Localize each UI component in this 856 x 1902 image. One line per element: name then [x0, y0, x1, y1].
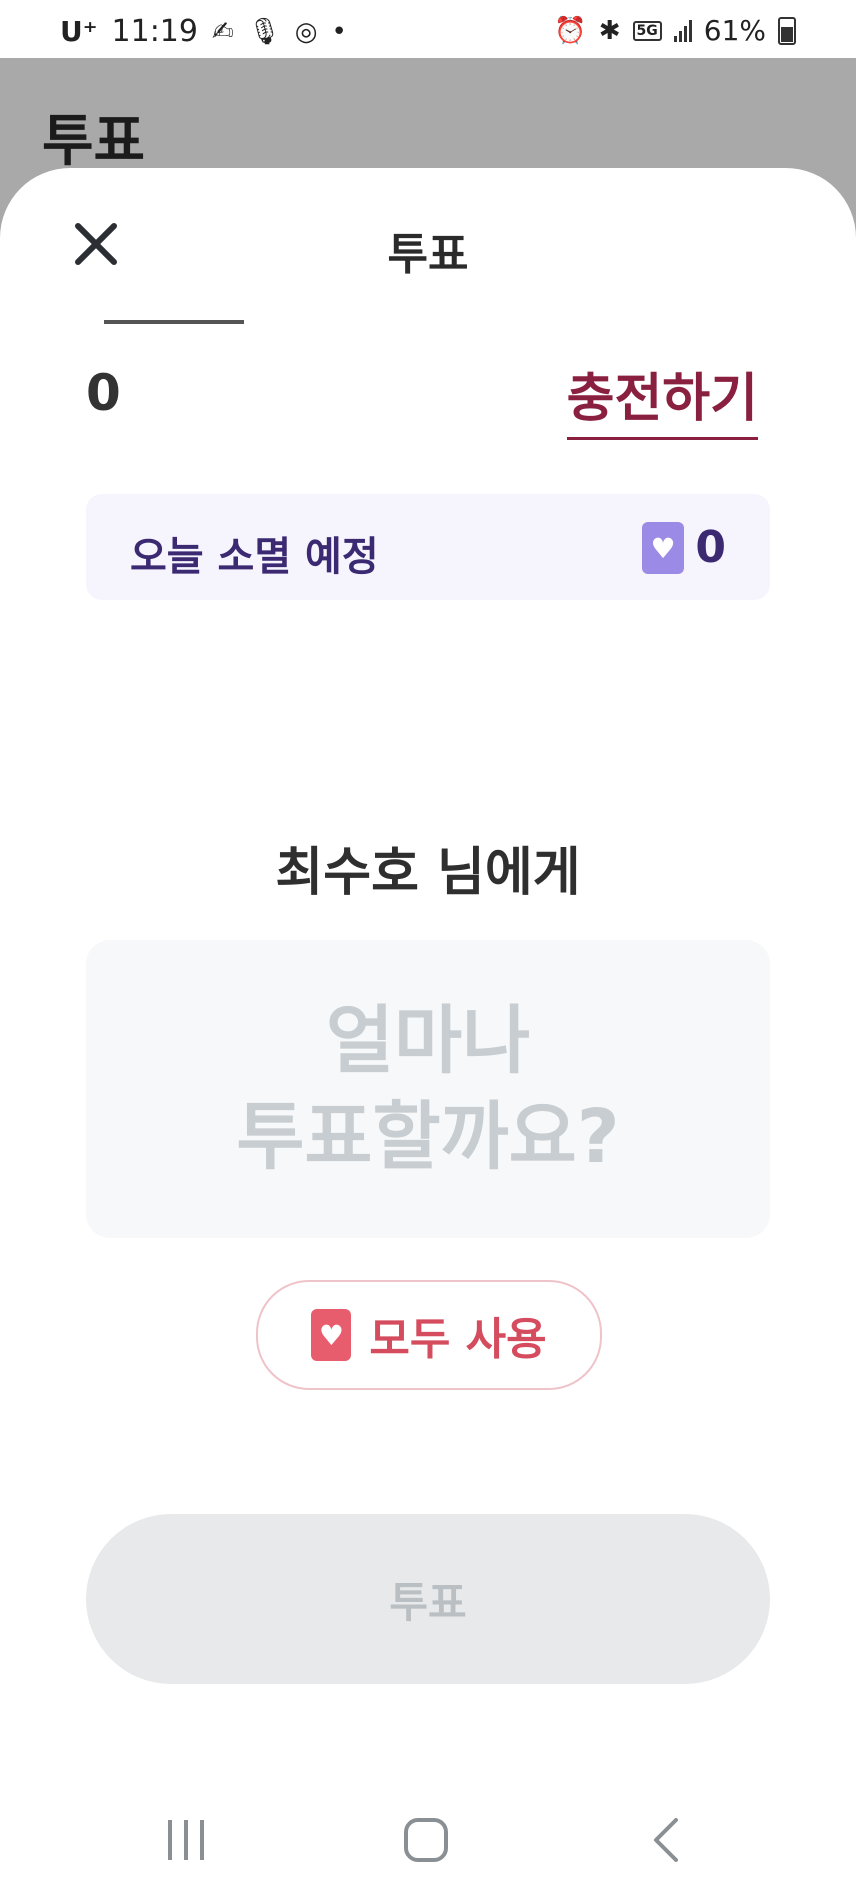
cropped-label [104, 310, 244, 324]
status-right: ⏰ ✱ 5G 61% [554, 14, 796, 47]
vote-amount-input[interactable]: 얼마나 투표할까요? [86, 940, 770, 1238]
vote-button[interactable]: 투표 [86, 1514, 770, 1684]
heart-icon: ♥ [311, 1309, 352, 1361]
use-all-button[interactable]: ♥ 모두 사용 [256, 1280, 602, 1390]
figure-icon: ✍ [211, 16, 234, 47]
navigation-bar [0, 1784, 856, 1902]
home-icon [404, 1818, 448, 1862]
recent-apps-icon [168, 1820, 204, 1860]
recent-apps-button[interactable] [146, 1806, 226, 1876]
status-left: U⁺ 11:19 ✍ 🎙 ◎ • [60, 14, 347, 49]
bluetooth-icon: ✱ [598, 15, 621, 46]
expiring-today-box: 오늘 소멸 예정 ♥ 0 [86, 494, 770, 600]
alarm-icon: ⏰ [554, 15, 587, 46]
status-bar: U⁺ 11:19 ✍ 🎙 ◎ • ⏰ ✱ 5G 61% [0, 0, 856, 58]
dot-icon: • [331, 16, 347, 47]
recipient-label: 최수호 님에게 [275, 843, 581, 903]
battery-percent: 61% [703, 14, 766, 47]
back-button[interactable] [626, 1806, 706, 1876]
charge-button[interactable]: 충전하기 [566, 356, 758, 440]
heart-balance: 0 [86, 364, 121, 422]
microphone-icon: 🎙 [247, 16, 281, 47]
sync-icon: ◎ [294, 16, 318, 47]
clock: 11:19 [111, 14, 198, 49]
vote-sheet: 투표 0 충전하기 오늘 소멸 예정 ♥ 0 최수호 님에게 얼마나 투표할까요… [0, 168, 856, 1902]
expiring-count: 0 [695, 522, 726, 573]
background-page-title: 투표 [42, 109, 146, 174]
heart-icon: ♥ [642, 522, 684, 574]
use-all-label: 모두 사용 [369, 1314, 547, 1365]
back-icon [654, 1818, 678, 1862]
expiring-label: 오늘 소멸 예정 [130, 534, 379, 580]
carrier-label: U⁺ [60, 15, 98, 48]
signal-icon [673, 19, 692, 42]
vote-button-label: 투표 [389, 1577, 467, 1627]
home-button[interactable] [386, 1806, 466, 1876]
network-badge: 5G [632, 20, 662, 41]
sheet-title: 투표 [387, 229, 469, 280]
vote-amount-placeholder: 얼마나 투표할까요? [236, 998, 620, 1180]
battery-icon [778, 16, 796, 45]
